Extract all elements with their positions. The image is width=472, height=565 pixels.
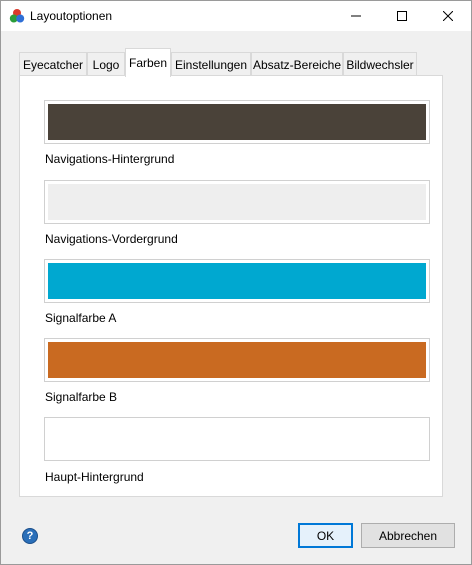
tab-label: Einstellungen [174, 57, 248, 72]
color-picker-haupt-hintergrund[interactable] [44, 417, 430, 461]
tab-label: Bildwechsler [346, 57, 414, 72]
help-icon[interactable]: ? [22, 528, 38, 544]
tab-farben[interactable]: Farben [125, 48, 171, 77]
color-label: Haupt-Hintergrund [45, 470, 144, 484]
tab-label: Absatz-Bereiche [252, 57, 342, 72]
color-swatch [48, 184, 426, 220]
close-button[interactable] [425, 1, 471, 31]
dialog-window: Layoutoptionen Eyecatcher Logo Farben Ei… [0, 0, 472, 565]
color-swatch [48, 104, 426, 140]
tab-label: Farben [128, 56, 168, 70]
ok-button[interactable]: OK [298, 523, 353, 548]
tab-logo[interactable]: Logo [87, 52, 125, 76]
color-picker-navigations-vordergrund[interactable] [44, 180, 430, 224]
color-label: Signalfarbe A [45, 311, 117, 325]
color-label: Navigations-Hintergrund [45, 152, 175, 166]
color-picker-navigations-hintergrund[interactable] [44, 100, 430, 144]
tab-label: Eyecatcher [22, 57, 84, 72]
maximize-icon [397, 11, 407, 21]
minimize-button[interactable] [333, 1, 379, 31]
app-color-balls-icon [9, 9, 25, 23]
tab-einstellungen[interactable]: Einstellungen [171, 52, 251, 76]
window-title: Layoutoptionen [30, 9, 113, 23]
tab-label: Logo [92, 57, 120, 72]
maximize-button[interactable] [379, 1, 425, 31]
color-swatch [48, 263, 426, 299]
color-label: Signalfarbe B [45, 390, 118, 404]
tab-eyecatcher[interactable]: Eyecatcher [19, 52, 87, 76]
minimize-icon [351, 15, 361, 17]
color-picker-signalfarbe-b[interactable] [44, 338, 430, 382]
cancel-button[interactable]: Abbrechen [361, 523, 455, 548]
tab-bildwechsler[interactable]: Bildwechsler [343, 52, 417, 76]
ok-button-label: OK [316, 528, 335, 543]
tab-absatz-bereiche[interactable]: Absatz-Bereiche [251, 52, 343, 76]
color-label: Navigations-Vordergrund [45, 232, 178, 246]
color-swatch [48, 421, 426, 457]
color-picker-signalfarbe-a[interactable] [44, 259, 430, 303]
close-icon [443, 11, 453, 21]
title-bar[interactable]: Layoutoptionen [1, 1, 471, 31]
color-swatch [48, 342, 426, 378]
cancel-button-label: Abbrechen [378, 528, 438, 543]
